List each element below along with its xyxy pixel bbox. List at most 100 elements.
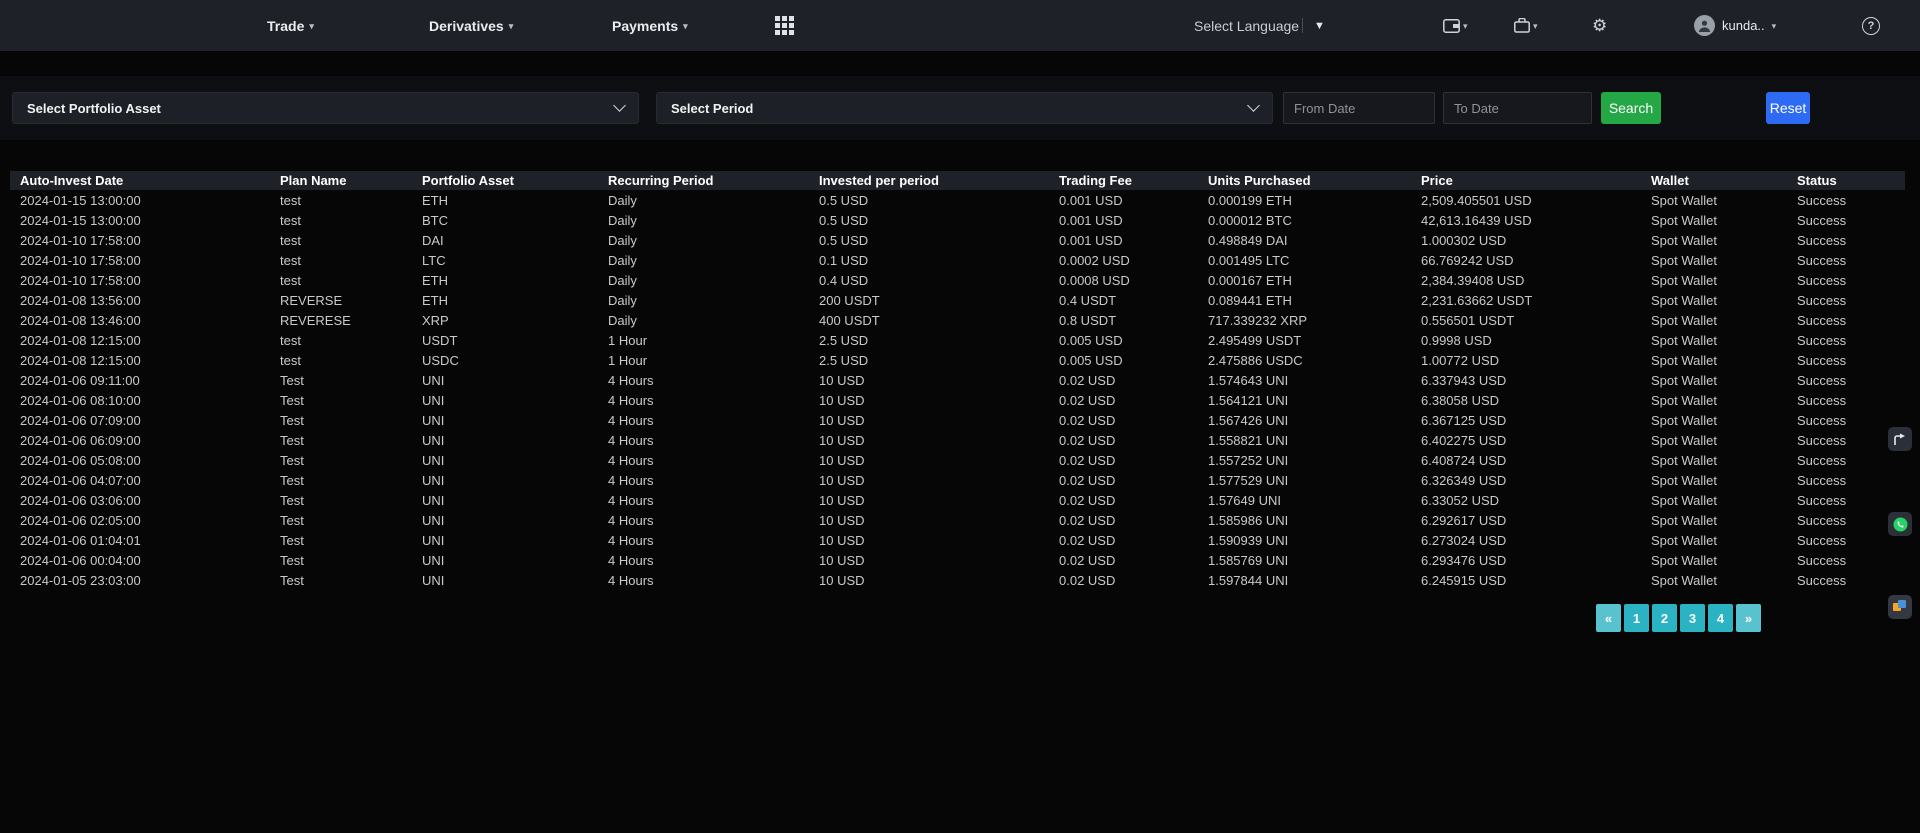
table-cell: 2,384.39408 USD xyxy=(1411,270,1641,290)
table-cell: 2024-01-06 05:08:00 xyxy=(10,450,270,470)
table-cell: 2.5 USD xyxy=(809,350,1049,370)
table-row: 2024-01-06 09:11:00TestUNI4 Hours10 USD0… xyxy=(10,370,1905,390)
table-cell: Success xyxy=(1787,210,1905,230)
table-cell: Test xyxy=(270,430,412,450)
table-cell: 4 Hours xyxy=(598,490,809,510)
settings-gear-icon[interactable]: ⚙ xyxy=(1592,0,1607,51)
table-cell: 2.475886 USDC xyxy=(1198,350,1411,370)
table-cell: Test xyxy=(270,570,412,590)
table-cell: 10 USD xyxy=(809,410,1049,430)
search-button[interactable]: Search xyxy=(1601,92,1661,124)
table-cell: 0.4 USDT xyxy=(1049,290,1198,310)
top-navbar: Trade▾Derivatives▾Payments▾ Select Langu… xyxy=(0,0,1920,51)
table-cell: 2.495499 USDT xyxy=(1198,330,1411,350)
table-cell: 2024-01-06 09:11:00 xyxy=(10,370,270,390)
language-caret-icon[interactable]: ▼ xyxy=(1314,0,1325,51)
table-cell: 4 Hours xyxy=(598,470,809,490)
column-header: Trading Fee xyxy=(1049,171,1198,190)
table-cell: 10 USD xyxy=(809,530,1049,550)
pagination: «1234» xyxy=(1596,604,1761,632)
table-cell: UNI xyxy=(412,370,598,390)
table-cell: Daily xyxy=(598,190,809,210)
table-cell: Test xyxy=(270,450,412,470)
table-cell: Spot Wallet xyxy=(1641,490,1787,510)
table-row: 2024-01-06 03:06:00TestUNI4 Hours10 USD0… xyxy=(10,490,1905,510)
chevron-down-icon: ▾ xyxy=(1533,19,1538,32)
history-table-section: Auto-Invest DatePlan NamePortfolio Asset… xyxy=(10,171,1905,590)
period-select[interactable]: Select Period xyxy=(656,92,1273,124)
table-cell: Daily xyxy=(598,210,809,230)
table-cell: test xyxy=(270,350,412,370)
help-icon[interactable]: ? xyxy=(1862,17,1880,35)
table-cell: 0.02 USD xyxy=(1049,490,1198,510)
table-cell: REVERSE xyxy=(270,290,412,310)
table-cell: 2024-01-06 03:06:00 xyxy=(10,490,270,510)
nav-item-label: Derivatives xyxy=(429,18,504,34)
pagination-page-1[interactable]: 1 xyxy=(1624,604,1649,632)
user-menu[interactable]: kunda.. ▾ xyxy=(1694,0,1776,51)
nav-item-payments[interactable]: Payments▾ xyxy=(612,0,688,51)
table-cell: Success xyxy=(1787,250,1905,270)
table-cell: 0.02 USD xyxy=(1049,550,1198,570)
table-cell: 42,613.16439 USD xyxy=(1411,210,1641,230)
table-row: 2024-01-10 17:58:00testETHDaily0.4 USD0.… xyxy=(10,270,1905,290)
table-cell: Test xyxy=(270,530,412,550)
table-row: 2024-01-08 12:15:00testUSDC1 Hour2.5 USD… xyxy=(10,350,1905,370)
nav-item-trade[interactable]: Trade▾ xyxy=(267,0,314,51)
column-header: Status xyxy=(1787,171,1905,190)
table-cell: Spot Wallet xyxy=(1641,570,1787,590)
chevron-down-icon: ▾ xyxy=(1463,19,1468,32)
table-cell: UNI xyxy=(412,410,598,430)
table-cell: Success xyxy=(1787,350,1905,370)
pagination-page-4[interactable]: 4 xyxy=(1708,604,1733,632)
reset-button[interactable]: Reset xyxy=(1766,92,1810,124)
table-row: 2024-01-10 17:58:00testDAIDaily0.5 USD0.… xyxy=(10,230,1905,250)
table-cell: 1.590939 UNI xyxy=(1198,530,1411,550)
chevron-down-icon: ▾ xyxy=(1772,19,1777,32)
pagination-page-3[interactable]: 3 xyxy=(1680,604,1705,632)
nav-item-derivatives[interactable]: Derivatives▾ xyxy=(429,0,513,51)
column-header: Wallet xyxy=(1641,171,1787,190)
table-cell: Spot Wallet xyxy=(1641,330,1787,350)
table-cell: 4 Hours xyxy=(598,410,809,430)
table-row: 2024-01-15 13:00:00testETHDaily0.5 USD0.… xyxy=(10,190,1905,210)
whatsapp-widget-icon[interactable] xyxy=(1888,512,1912,536)
from-date-input[interactable] xyxy=(1283,92,1435,124)
table-cell: 0.000167 ETH xyxy=(1198,270,1411,290)
wallet-menu[interactable]: ▾ xyxy=(1443,0,1468,51)
orders-menu[interactable]: ▾ xyxy=(1514,0,1538,51)
language-selector[interactable]: Select Language xyxy=(1194,0,1299,51)
table-row: 2024-01-06 04:07:00TestUNI4 Hours10 USD0… xyxy=(10,470,1905,490)
table-cell: Test xyxy=(270,550,412,570)
table-cell: 6.38058 USD xyxy=(1411,390,1641,410)
table-cell: Spot Wallet xyxy=(1641,390,1787,410)
portfolio-asset-select[interactable]: Select Portfolio Asset xyxy=(12,92,639,124)
pagination-prev[interactable]: « xyxy=(1596,604,1621,632)
table-cell: 2024-01-05 23:03:00 xyxy=(10,570,270,590)
share-widget-icon[interactable] xyxy=(1888,427,1912,451)
table-cell: UNI xyxy=(412,510,598,530)
table-cell: LTC xyxy=(412,250,598,270)
pagination-next[interactable]: » xyxy=(1736,604,1761,632)
table-cell: Spot Wallet xyxy=(1641,250,1787,270)
support-widget-icon[interactable] xyxy=(1888,595,1912,619)
table-cell: 0.5 USD xyxy=(809,210,1049,230)
apps-grid-icon[interactable] xyxy=(772,14,796,38)
table-cell: 0.02 USD xyxy=(1049,510,1198,530)
table-cell: 6.402275 USD xyxy=(1411,430,1641,450)
table-row: 2024-01-08 13:46:00REVERESEXRPDaily400 U… xyxy=(10,310,1905,330)
table-cell: Success xyxy=(1787,370,1905,390)
table-cell: 2024-01-06 00:04:00 xyxy=(10,550,270,570)
table-cell: Spot Wallet xyxy=(1641,310,1787,330)
table-cell: 6.367125 USD xyxy=(1411,410,1641,430)
table-cell: 0.8 USDT xyxy=(1049,310,1198,330)
table-cell: 10 USD xyxy=(809,390,1049,410)
table-cell: Spot Wallet xyxy=(1641,430,1787,450)
table-cell: 2024-01-06 04:07:00 xyxy=(10,470,270,490)
table-cell: DAI xyxy=(412,230,598,250)
table-cell: 0.000199 ETH xyxy=(1198,190,1411,210)
to-date-input[interactable] xyxy=(1443,92,1592,124)
pagination-page-2[interactable]: 2 xyxy=(1652,604,1677,632)
table-row: 2024-01-06 06:09:00TestUNI4 Hours10 USD0… xyxy=(10,430,1905,450)
table-cell: 1 Hour xyxy=(598,350,809,370)
